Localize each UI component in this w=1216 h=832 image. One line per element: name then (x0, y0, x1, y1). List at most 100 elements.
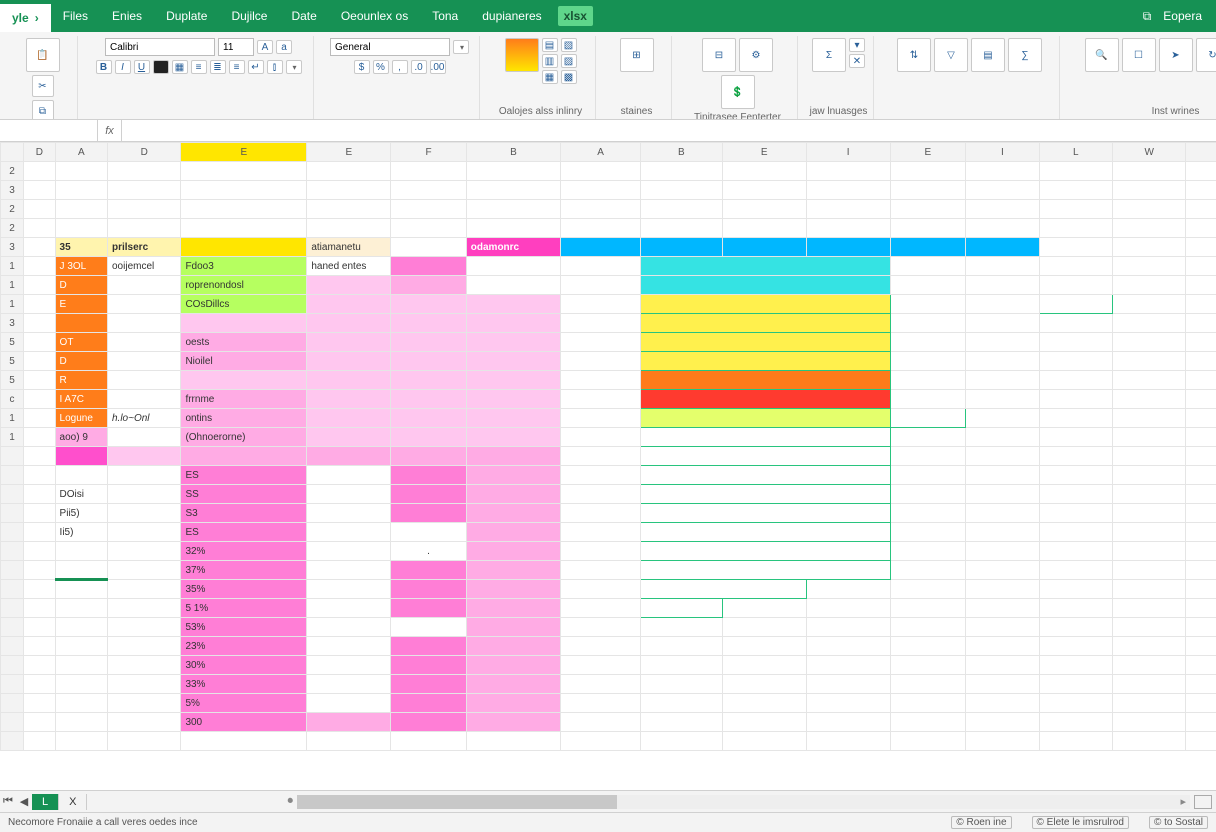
row-hdr[interactable]: 1 (1, 257, 24, 276)
tab-context[interactable]: Oeounlex os (329, 0, 420, 32)
col-hdr[interactable]: B (466, 143, 560, 162)
row-hdr[interactable]: 2 (1, 200, 24, 219)
cell[interactable]: ES (181, 523, 307, 542)
sheet-nav-prev-icon[interactable]: ◀ (16, 795, 32, 808)
status-btn-2[interactable]: © Elete le imsrulrod (1032, 816, 1129, 829)
cell[interactable]: J 3OL (55, 257, 107, 276)
cell[interactable]: prilserc (108, 238, 181, 257)
font-grow-icon[interactable]: A (257, 40, 273, 54)
cell[interactable]: Fdoo3 (181, 257, 307, 276)
row-hdr[interactable] (1, 561, 24, 580)
col-hdr[interactable]: A (561, 143, 641, 162)
row-hdr[interactable] (1, 618, 24, 637)
cell[interactable] (391, 276, 467, 295)
col-hdr[interactable]: F (391, 143, 467, 162)
cell[interactable] (561, 238, 641, 257)
cell[interactable]: ooijemcel (108, 257, 181, 276)
border-icon[interactable]: ▦ (172, 60, 188, 74)
window-restore-icon[interactable]: ⧉ (1143, 9, 1152, 24)
cell[interactable]: frrnme (181, 390, 307, 409)
row-hdr[interactable]: 1 (1, 295, 24, 314)
cell[interactable]: SS (181, 485, 307, 504)
cell[interactable]: h.lo~Onl (108, 409, 181, 428)
col-hdr[interactable]: I (966, 143, 1039, 162)
col-hdr[interactable]: F (1186, 143, 1216, 162)
insert-cell-icon[interactable]: ⊞ (620, 38, 654, 72)
cell[interactable]: Logune (55, 409, 107, 428)
cell[interactable]: 33% (181, 675, 307, 694)
sheet-area[interactable]: D A D E E F B A B E I E I L W F 2 3 2 2 … (0, 142, 1216, 790)
replace-icon[interactable]: ↻ (1196, 38, 1216, 72)
status-btn-3[interactable]: © to Sostal (1149, 816, 1208, 829)
style3-icon[interactable]: ▦ (542, 70, 558, 84)
find-icon[interactable]: 🔍 (1085, 38, 1119, 72)
row-hdr[interactable] (1, 504, 24, 523)
cell[interactable]: roprenondosl (181, 276, 307, 295)
cell[interactable]: 5% (181, 694, 307, 713)
row-hdr[interactable] (1, 523, 24, 542)
cell[interactable] (640, 295, 890, 314)
row-hdr[interactable]: c (1, 390, 24, 409)
cell[interactable]: D (55, 352, 107, 371)
wrap-text-icon[interactable]: ↵ (248, 60, 264, 74)
cell[interactable] (181, 238, 307, 257)
cell[interactable]: haned entes (307, 257, 391, 276)
col-hdr[interactable]: I (806, 143, 890, 162)
cell[interactable] (1039, 295, 1112, 314)
dec-dec-icon[interactable]: .00 (430, 60, 446, 74)
font-size-input[interactable] (218, 38, 254, 56)
status-btn-1[interactable]: © Roen ine (951, 816, 1011, 829)
row-hdr[interactable]: 5 (1, 333, 24, 352)
sort-icon[interactable]: ⇅ (897, 38, 931, 72)
cell[interactable]: Ii5) (55, 523, 107, 542)
tab-dupes[interactable]: dupianeres (470, 0, 553, 32)
row-hdr[interactable] (1, 542, 24, 561)
cell[interactable] (640, 276, 890, 295)
cell[interactable] (307, 276, 391, 295)
percent-icon[interactable]: % (373, 60, 389, 74)
bold-icon[interactable]: B (96, 60, 112, 74)
paste-icon[interactable]: 📋 (26, 38, 60, 72)
cell[interactable]: 35% (181, 580, 307, 599)
cell[interactable]: R (55, 371, 107, 390)
cell[interactable] (466, 276, 560, 295)
tab-files[interactable]: Files (51, 0, 100, 32)
cell[interactable]: COsDillcs (181, 295, 307, 314)
row-hdr[interactable]: 1 (1, 409, 24, 428)
row-hdr[interactable]: 1 (1, 428, 24, 447)
cell[interactable]: DOisi (55, 485, 107, 504)
style2-icon[interactable]: ▥ (542, 54, 558, 68)
cell[interactable]: oests (181, 333, 307, 352)
col-hdr[interactable]: W (1113, 143, 1186, 162)
cell[interactable]: 300 (181, 713, 307, 732)
col-hdr[interactable]: L (1039, 143, 1112, 162)
font-name-input[interactable] (105, 38, 215, 56)
fx-icon[interactable]: fx (98, 120, 122, 141)
cell[interactable]: . (391, 542, 467, 561)
outline-icon[interactable]: ▤ (971, 38, 1005, 72)
tab-duplicate[interactable]: Duplate (154, 0, 219, 32)
cell[interactable]: 35 (55, 238, 107, 257)
cell[interactable]: (Ohnoerorne) (181, 428, 307, 447)
select-all-corner[interactable] (1, 143, 24, 162)
cell[interactable]: 23% (181, 637, 307, 656)
col-hdr[interactable]: E (307, 143, 391, 162)
row-hdr[interactable] (1, 580, 24, 599)
merge-icon[interactable]: ⫾ (267, 60, 283, 74)
cell[interactable]: 32% (181, 542, 307, 561)
align-right-icon[interactable]: ≡ (229, 60, 245, 74)
row-hdr[interactable] (1, 466, 24, 485)
tab-dujilce[interactable]: Dujilce (219, 0, 279, 32)
italic-icon[interactable]: I (115, 60, 131, 74)
cell[interactable]: 53% (181, 618, 307, 637)
tab-home[interactable]: yle › (0, 2, 51, 32)
cell[interactable]: ES (181, 466, 307, 485)
tab-date[interactable]: Date (279, 0, 328, 32)
fill-color-icon[interactable] (153, 60, 169, 74)
cell[interactable]: S3 (181, 504, 307, 523)
row-hdr[interactable]: 5 (1, 352, 24, 371)
dec-inc-icon[interactable]: .0 (411, 60, 427, 74)
cell[interactable]: atiamanetu (307, 238, 391, 257)
row-hdr[interactable] (1, 713, 24, 732)
sheet-nav-first-icon[interactable]: ⏮ (0, 795, 16, 808)
